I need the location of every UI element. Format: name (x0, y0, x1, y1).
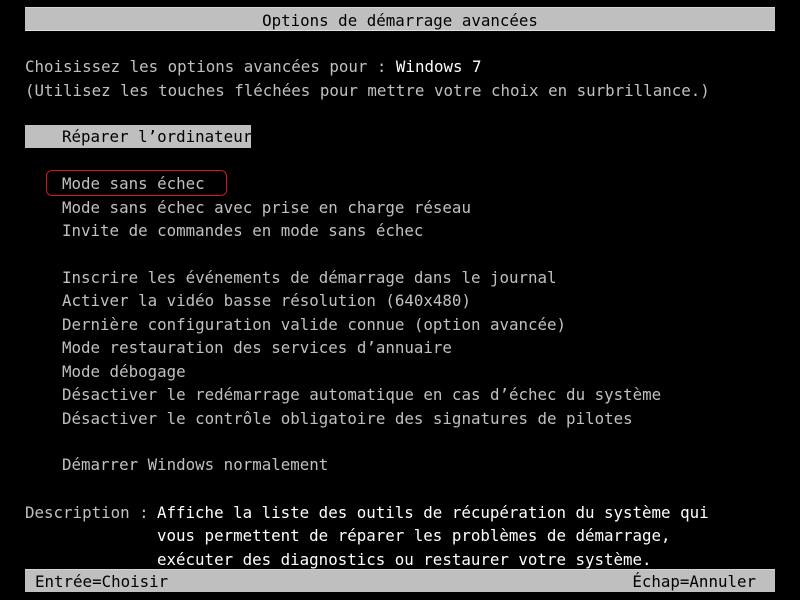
page-title: Options de démarrage avancées (262, 11, 538, 30)
os-name: Windows 7 (395, 57, 482, 76)
option-safe-mode-command-prompt[interactable]: Invite de commandes en mode sans échec (62, 219, 423, 242)
title-bar: Options de démarrage avancées (25, 7, 775, 31)
option-repair-computer[interactable]: Réparer l’ordinateur (25, 125, 253, 148)
option-safe-mode[interactable]: Mode sans échec (62, 172, 205, 195)
option-debugging-mode[interactable]: Mode débogage (62, 360, 186, 383)
enter-choose-hint: Entrée=Choisir (35, 572, 169, 591)
option-boot-logging[interactable]: Inscrire les événements de démarrage dan… (62, 266, 557, 289)
description-label: Description : (25, 503, 159, 522)
option-start-normally[interactable]: Démarrer Windows normalement (62, 453, 328, 476)
option-directory-services-restore[interactable]: Mode restauration des services d’annuair… (62, 336, 452, 359)
option-low-resolution-video[interactable]: Activer la vidéo basse résolution (640x4… (62, 289, 471, 312)
intro-prompt-text: Choisissez les options avancées pour : (25, 57, 396, 76)
intro-prompt: Choisissez les options avancées pour : W… (25, 55, 482, 78)
option-disable-auto-restart[interactable]: Désactiver le redémarrage automatique en… (62, 383, 661, 406)
description-line: exécuter des diagnostics ou restaurer vo… (157, 550, 652, 569)
option-safe-mode-networking[interactable]: Mode sans échec avec prise en charge rés… (62, 196, 471, 219)
option-last-known-good[interactable]: Dernière configuration valide connue (op… (62, 313, 566, 336)
description-line: vous permettent de réparer les problèmes… (157, 526, 671, 545)
option-disable-driver-signature[interactable]: Désactiver le contrôle obligatoire des s… (62, 407, 633, 430)
intro-hint: (Utilisez les touches fléchées pour mett… (25, 81, 710, 100)
escape-cancel-hint: Échap=Annuler (632, 572, 756, 591)
footer-bar: Entrée=Choisir Échap=Annuler (25, 569, 775, 592)
option-label: Réparer l’ordinateur (62, 127, 253, 146)
description-line: Affiche la liste des outils de récupérat… (157, 503, 709, 522)
